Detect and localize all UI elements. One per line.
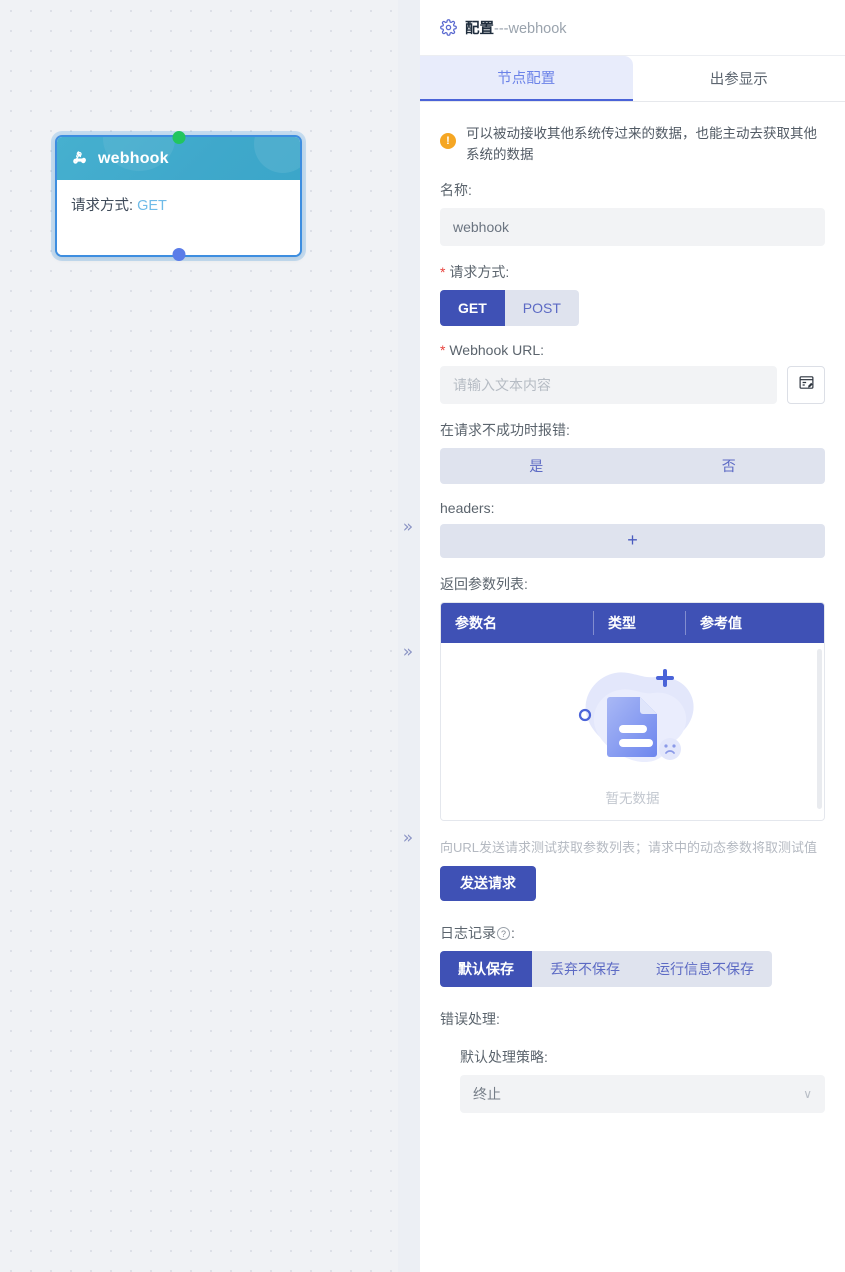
input-port[interactable] <box>172 131 185 144</box>
log-label-text: 日志记录 <box>440 924 496 941</box>
config-panel: 配置---webhook 节点配置 出参显示 ! 可以被动接收其他系统传过来的数… <box>420 0 845 1272</box>
panel-gutter <box>398 0 420 1272</box>
log-option-discard[interactable]: 丢弃不保存 <box>532 950 638 987</box>
send-request-hint: 向URL发送请求测试获取参数列表；请求中的动态参数将取测试值 <box>440 839 818 855</box>
column-header-reference-value: 参考值 <box>685 610 824 635</box>
fail-on-error-toggle: 是 否 <box>440 447 825 484</box>
node-method-label: 请求方式: <box>71 198 134 214</box>
form-edit-icon <box>798 374 815 396</box>
empty-state-text: 暂无数据 <box>605 791 660 807</box>
webhook-node[interactable]: webhook 请求方式: GET <box>55 135 302 257</box>
method-toggle: GET POST <box>440 289 579 326</box>
log-label-suffix: : <box>511 924 515 941</box>
headers-field: headers: + <box>440 500 825 558</box>
column-header-type: 类型 <box>593 610 685 635</box>
headers-label: headers: <box>440 499 495 516</box>
url-input-row: 请输入文本内容 <box>440 365 825 404</box>
panel-tabs: 节点配置 出参显示 <box>420 56 845 102</box>
method-field: 请求方式: GET POST <box>440 262 825 326</box>
panel-title-main: 配置 <box>465 21 494 37</box>
webhook-icon <box>70 147 89 171</box>
error-strategy-select[interactable]: 终止 ∨ <box>460 1074 825 1113</box>
warning-icon: ! <box>440 133 456 149</box>
tab-output-display[interactable]: 出参显示 <box>632 56 845 101</box>
form-edit-icon-button[interactable] <box>787 365 825 404</box>
output-port[interactable] <box>172 248 185 261</box>
log-toggle: 默认保存 丢弃不保存 运行信息不保存 <box>440 950 772 987</box>
method-option-get[interactable]: GET <box>440 289 505 326</box>
name-label: 名称: <box>440 181 472 198</box>
gear-icon <box>440 19 457 36</box>
method-option-post[interactable]: POST <box>504 289 579 326</box>
table-scrollbar[interactable] <box>817 648 822 809</box>
info-banner: ! 可以被动接收其他系统传过来的数据，也能主动去获取其他系统的数据 <box>440 124 825 166</box>
column-header-param-name: 参数名 <box>455 614 497 631</box>
fail-option-yes[interactable]: 是 <box>440 447 633 484</box>
params-table-label: 返回参数列表: <box>440 575 528 592</box>
error-strategy-value: 终止 <box>473 1085 501 1102</box>
params-table-field: 返回参数列表: 参数名 类型 参考值 暂无数据 <box>440 574 825 821</box>
send-request-field: 向URL发送请求测试获取参数列表；请求中的动态参数将取测试值 发送请求 <box>440 837 825 901</box>
log-field: 日志记录?: 默认保存 丢弃不保存 运行信息不保存 <box>440 923 825 987</box>
tab-node-config[interactable]: 节点配置 <box>420 56 633 101</box>
info-banner-text: 可以被动接收其他系统传过来的数据，也能主动去获取其他系统的数据 <box>466 126 817 162</box>
error-strategy-label: 默认处理策略: <box>460 1048 548 1065</box>
error-handling-section: 错误处理: 默认处理策略: 终止 ∨ <box>440 1009 825 1113</box>
collapse-handle-2[interactable]: » <box>398 641 418 663</box>
node-method-value: GET <box>137 198 167 214</box>
node-body: 请求方式: GET <box>57 180 300 255</box>
log-label: 日志记录?: <box>440 923 825 943</box>
error-handling-label: 错误处理: <box>440 1010 500 1027</box>
node-method-row: 请求方式: GET <box>71 194 286 215</box>
params-table-body: 暂无数据 <box>441 642 824 820</box>
log-option-default-save[interactable]: 默认保存 <box>440 950 532 987</box>
collapse-handle-1[interactable]: » <box>398 516 418 538</box>
flow-canvas[interactable]: webhook 请求方式: GET » » » <box>0 0 420 1272</box>
add-header-button[interactable]: + <box>440 523 825 558</box>
name-input[interactable]: webhook <box>440 207 825 246</box>
panel-header: 配置---webhook <box>420 0 845 56</box>
empty-state-illustration <box>558 655 708 785</box>
panel-title: 配置---webhook <box>465 17 567 38</box>
url-field: Webhook URL: 请输入文本内容 <box>440 342 825 404</box>
url-input[interactable]: 请输入文本内容 <box>440 365 777 404</box>
url-label: Webhook URL: <box>440 342 825 358</box>
method-label: 请求方式: <box>440 262 825 282</box>
collapse-handle-3[interactable]: » <box>398 827 418 849</box>
panel-content: ! 可以被动接收其他系统传过来的数据，也能主动去获取其他系统的数据 名称: we… <box>420 102 845 1113</box>
chevron-down-icon: ∨ <box>803 1086 812 1101</box>
question-icon[interactable]: ? <box>497 927 510 941</box>
params-table-header: 参数名 类型 参考值 <box>441 602 824 643</box>
params-table: 参数名 类型 参考值 暂无数据 <box>440 601 825 821</box>
node-title: webhook <box>98 149 169 167</box>
log-option-no-runtime-info[interactable]: 运行信息不保存 <box>638 950 772 987</box>
send-request-button[interactable]: 发送请求 <box>440 865 536 901</box>
panel-title-sub: ---webhook <box>494 21 567 37</box>
error-strategy-group: 默认处理策略: 终止 ∨ <box>460 1047 825 1113</box>
fail-on-error-label: 在请求不成功时报错: <box>440 421 570 438</box>
fail-on-error-field: 在请求不成功时报错: 是 否 <box>440 420 825 484</box>
name-field: 名称: webhook <box>440 180 825 246</box>
fail-option-no[interactable]: 否 <box>632 447 825 484</box>
app-root: webhook 请求方式: GET » » » 配置---webhook 节点配… <box>0 0 845 1272</box>
